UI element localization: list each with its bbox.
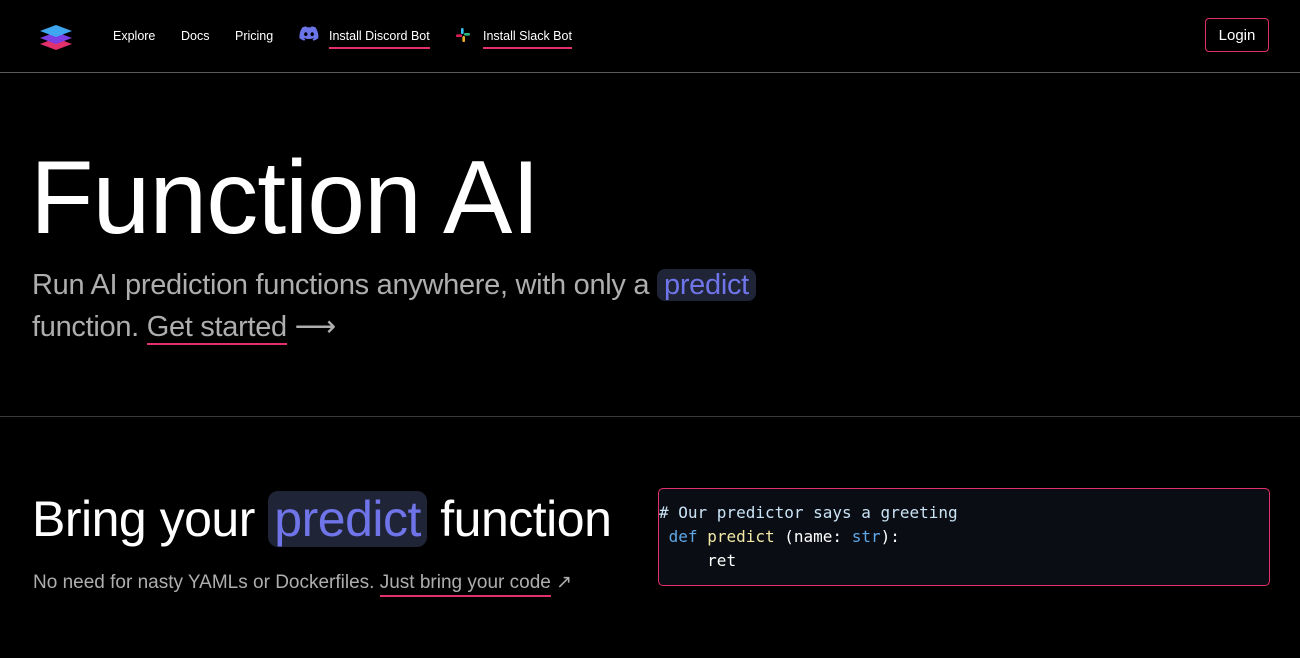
nav-docs[interactable]: Docs bbox=[181, 28, 209, 44]
predict-pill: predict bbox=[656, 269, 756, 301]
login-button[interactable]: Login bbox=[1205, 18, 1269, 52]
code-param-type: str bbox=[851, 527, 881, 546]
get-started-link[interactable]: Get started bbox=[146, 311, 287, 345]
logo-icon[interactable] bbox=[38, 24, 74, 50]
code-params-open: (name: bbox=[774, 527, 852, 546]
section-subtitle: No need for nasty YAMLs or Dockerfiles. … bbox=[33, 570, 573, 597]
nav-pricing[interactable]: Pricing bbox=[235, 28, 273, 44]
predict-pill-large: predict bbox=[268, 491, 427, 547]
code-comment: # Our predictor says a greeting bbox=[659, 503, 958, 522]
code-function-name: predict bbox=[707, 527, 775, 546]
section-title-text-2: function bbox=[440, 491, 612, 547]
section-title-text: Bring your bbox=[32, 491, 255, 547]
section-divider bbox=[0, 416, 1300, 417]
install-discord-bot-link[interactable]: Install Discord Bot bbox=[329, 28, 430, 49]
hero-subtitle-text-2: function. bbox=[32, 311, 139, 343]
code-keyword-def: def bbox=[668, 527, 698, 546]
code-body: ret bbox=[707, 551, 737, 570]
section-subtitle-text: No need for nasty YAMLs or Dockerfiles. bbox=[33, 572, 375, 593]
hero-title: Function AI bbox=[30, 140, 540, 256]
just-bring-your-code-link[interactable]: Just bring your code bbox=[379, 572, 551, 597]
arrow-right-icon: ⟶ bbox=[294, 311, 337, 343]
install-slack-bot-link[interactable]: Install Slack Bot bbox=[483, 28, 572, 49]
nav-explore[interactable]: Explore bbox=[113, 28, 155, 44]
top-nav: Explore Docs Pricing Install Discord Bot… bbox=[0, 0, 1300, 73]
arrow-up-right-icon: ↗ bbox=[556, 572, 573, 593]
code-block: # Our predictor says a greeting def pred… bbox=[658, 488, 1270, 586]
hero-subtitle-text: Run AI prediction functions anywhere, wi… bbox=[32, 269, 650, 301]
section-title: Bring your predict function bbox=[32, 488, 612, 550]
code-params-close: ): bbox=[880, 527, 900, 546]
slack-icon bbox=[456, 28, 470, 42]
hero-subtitle: Run AI prediction functions anywhere, wi… bbox=[32, 264, 812, 348]
discord-icon bbox=[299, 26, 319, 41]
